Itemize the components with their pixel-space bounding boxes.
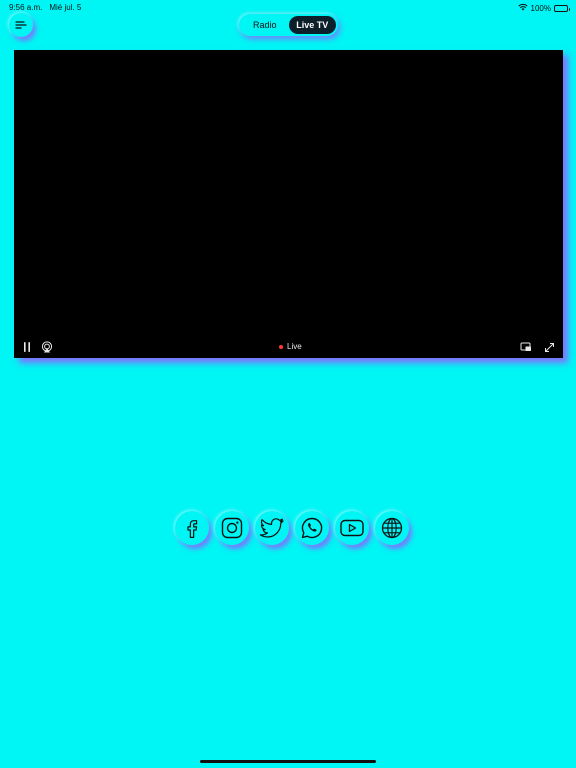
tab-live-tv[interactable]: Live TV — [288, 16, 336, 34]
status-bar: 9:56 a.m. Mié jul. 5 100% — [0, 0, 576, 14]
twitter-button[interactable] — [255, 511, 289, 545]
source-segmented-control: Radio Live TV — [239, 14, 338, 36]
facebook-icon — [187, 520, 198, 538]
pause-icon — [24, 342, 30, 352]
status-time: 9:56 a.m. — [9, 3, 43, 12]
youtube-icon — [340, 519, 364, 537]
fullscreen-icon — [544, 342, 554, 352]
fullscreen-button[interactable] — [542, 340, 556, 354]
airplay-button[interactable] — [40, 340, 54, 354]
menu-button[interactable] — [9, 13, 33, 37]
social-links — [175, 511, 409, 545]
whatsapp-icon — [301, 517, 323, 539]
wifi-icon — [517, 3, 528, 13]
battery-icon — [554, 4, 570, 12]
website-button[interactable] — [375, 511, 409, 545]
battery-percent: 100% — [530, 3, 551, 13]
globe-icon — [381, 517, 403, 539]
airplay-icon — [41, 341, 53, 353]
pause-button[interactable] — [20, 340, 34, 354]
live-indicator: Live — [279, 342, 302, 351]
home-indicator[interactable] — [200, 760, 376, 763]
tab-radio[interactable]: Radio — [241, 16, 289, 34]
video-player[interactable] — [14, 50, 563, 358]
menu-icon — [15, 21, 27, 29]
pip-icon — [520, 342, 531, 351]
whatsapp-button[interactable] — [295, 511, 329, 545]
picture-in-picture-button[interactable] — [519, 340, 533, 354]
twitter-icon — [259, 518, 284, 538]
live-label: Live — [287, 342, 302, 351]
status-date: Mié jul. 5 — [49, 3, 82, 12]
instagram-icon — [221, 517, 243, 539]
live-dot — [279, 344, 283, 349]
instagram-button[interactable] — [215, 511, 249, 545]
youtube-button[interactable] — [335, 511, 369, 545]
facebook-button[interactable] — [175, 511, 209, 545]
